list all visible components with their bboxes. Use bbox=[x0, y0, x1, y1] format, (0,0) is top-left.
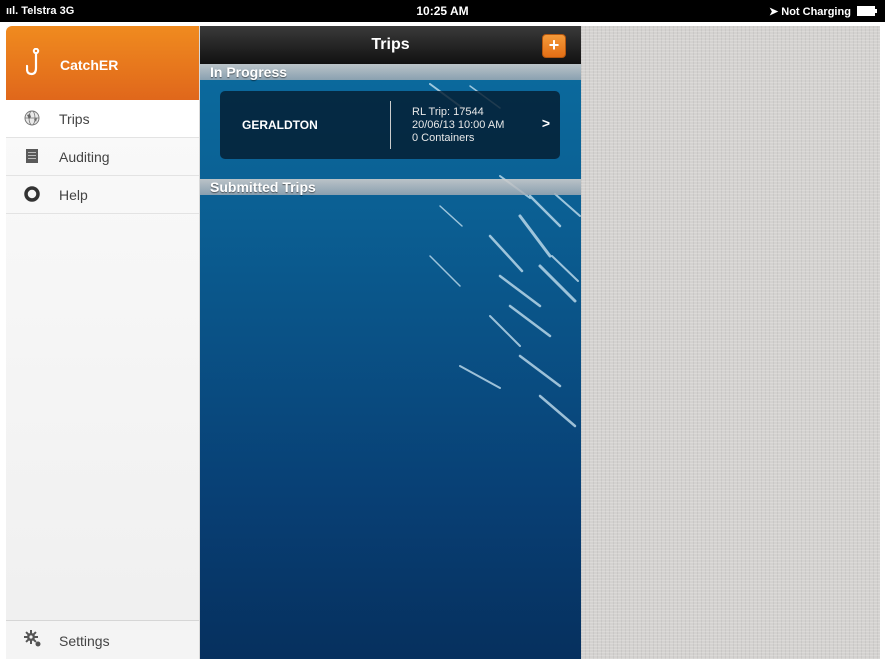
sidebar-item-help[interactable]: Help bbox=[6, 176, 199, 214]
lifebuoy-icon bbox=[24, 186, 40, 202]
power-status: ➤ Not Charging bbox=[768, 5, 877, 18]
settings-button[interactable]: Settings bbox=[6, 620, 199, 659]
detail-placeholder-area bbox=[581, 26, 880, 659]
sidebar-item-label: Help bbox=[59, 187, 88, 203]
sidebar-item-trips[interactable]: Trips bbox=[6, 100, 199, 138]
document-icon bbox=[26, 149, 38, 163]
section-header-submitted: Submitted Trips bbox=[200, 179, 581, 195]
add-trip-button[interactable]: + bbox=[542, 34, 566, 58]
charging-status: Not Charging bbox=[781, 6, 851, 18]
settings-label: Settings bbox=[59, 633, 110, 649]
app-brand-header: CatchER bbox=[6, 26, 199, 100]
trip-containers: 0 Containers bbox=[412, 132, 475, 144]
trips-navbar: Trips + bbox=[200, 26, 581, 64]
sidebar: CatchER Trips Auditing Help Settings bbox=[6, 26, 200, 659]
battery-icon bbox=[857, 6, 877, 16]
location-arrow-icon: ➤ bbox=[768, 6, 779, 18]
trip-card-divider bbox=[390, 101, 391, 149]
sidebar-item-label: Trips bbox=[59, 111, 90, 127]
trip-port: GERALDTON bbox=[242, 118, 318, 132]
sidebar-item-auditing[interactable]: Auditing bbox=[6, 138, 199, 176]
trip-details: RL Trip: 17544 20/06/13 10:00 AM 0 Conta… bbox=[412, 106, 504, 145]
section-header-in-progress: In Progress bbox=[200, 64, 581, 80]
page-title: Trips bbox=[371, 36, 410, 53]
trip-number: RL Trip: 17544 bbox=[412, 106, 484, 118]
sidebar-item-label: Auditing bbox=[59, 149, 110, 165]
status-bar: ııl. Telstra 3G 10:25 AM ➤ Not Charging bbox=[0, 0, 885, 22]
fish-hook-icon bbox=[26, 48, 40, 76]
clock: 10:25 AM bbox=[416, 4, 469, 18]
gear-icon bbox=[24, 630, 41, 647]
app-name: CatchER bbox=[60, 57, 119, 73]
trips-panel: Trips + In Progress GERALDTON RL Trip: 1… bbox=[200, 26, 581, 659]
trip-card[interactable]: GERALDTON RL Trip: 17544 20/06/13 10:00 … bbox=[220, 91, 560, 159]
chevron-right-icon: > bbox=[541, 115, 550, 131]
globe-icon bbox=[24, 110, 40, 126]
trip-datetime: 20/06/13 10:00 AM bbox=[412, 119, 505, 131]
